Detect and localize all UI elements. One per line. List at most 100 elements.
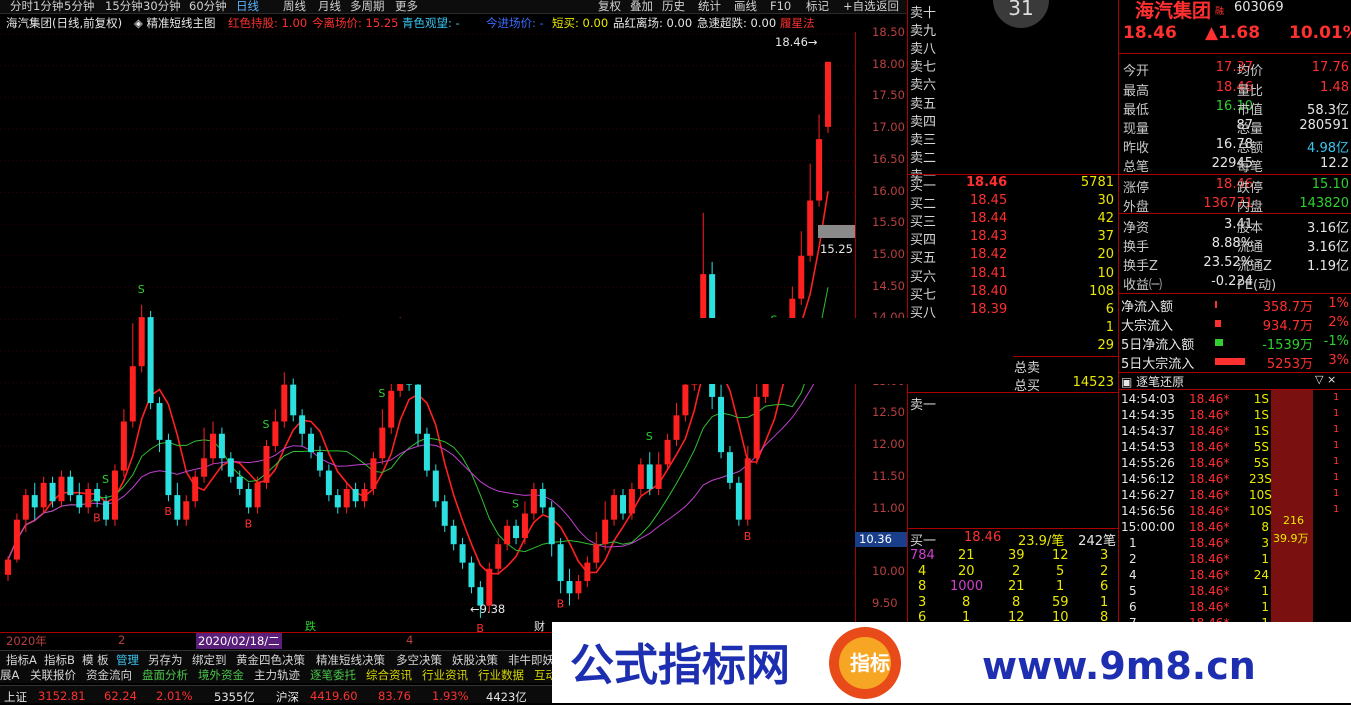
candle-body xyxy=(281,384,288,422)
info-tab-6[interactable]: 逐笔委托 xyxy=(310,667,356,683)
quote-label: 流通Z xyxy=(1237,259,1272,274)
info-tab-9[interactable]: 行业数据 xyxy=(478,667,524,683)
tick-row: 14:55:26 18.46* 5S 1 xyxy=(1119,456,1351,472)
bid-row[interactable]: 买四 18.43 37 xyxy=(908,229,1118,248)
ask-row[interactable]: 卖三 xyxy=(908,129,1118,148)
toolbar-btn-2[interactable]: 历史 xyxy=(662,0,685,12)
candle-body xyxy=(192,476,199,502)
ask-row[interactable]: 卖八 xyxy=(908,38,1118,58)
bid-row[interactable]: 买六 18.41 10 xyxy=(908,266,1118,285)
period-tab-0[interactable]: 分时 xyxy=(10,0,33,12)
period-tab-4[interactable]: 30分钟 xyxy=(143,0,181,12)
queue-cell: 1000 xyxy=(950,579,984,594)
quote-label: 每笔 xyxy=(1237,160,1264,175)
candle-body xyxy=(334,495,341,508)
tick-row: 15:00:00 18.46* 8 xyxy=(1119,520,1351,536)
tick-price: 18.46* xyxy=(1189,584,1230,598)
toolbar-btn-8[interactable]: 返回 xyxy=(876,0,899,12)
bid-row[interactable]: 买二 18.45 30 xyxy=(908,193,1118,212)
ask-row[interactable]: 卖五 xyxy=(908,93,1118,112)
ask-row[interactable]: 卖六 xyxy=(908,74,1118,93)
ask-row[interactable]: 卖四 xyxy=(908,111,1118,130)
quote-label: 净资 xyxy=(1123,221,1150,236)
info-tab-8[interactable]: 行业资讯 xyxy=(422,667,468,683)
toolbar-btn-5[interactable]: F10 xyxy=(770,0,791,12)
period-tab-2[interactable]: 5分钟 xyxy=(64,0,94,12)
ask-label: 卖八 xyxy=(910,42,937,58)
quote-label: 跌停 xyxy=(1237,181,1264,196)
info-tab-7[interactable]: 综合资讯 xyxy=(366,667,412,683)
queue-cell: 1 xyxy=(1056,579,1065,594)
bid-row[interactable]: 买七 18.40 108 xyxy=(908,284,1118,303)
x-tick: 2020/02/18/二 xyxy=(196,633,282,649)
info-tab-2[interactable]: 资金流向 xyxy=(86,667,132,683)
candle-body xyxy=(40,482,47,508)
candle-body xyxy=(254,482,261,508)
info-tab-4[interactable]: 境外资金 xyxy=(198,667,244,683)
queue-cell: 3 xyxy=(918,594,927,610)
tick-volume: 1S xyxy=(1253,408,1269,422)
toolbar-btn-1[interactable]: 叠加 xyxy=(630,0,653,12)
price-axis-current: 10.36 xyxy=(855,532,907,547)
ask-row[interactable]: 卖七 xyxy=(908,56,1118,75)
candle-body xyxy=(325,470,332,496)
index-statusbar: 上证 3152.81 62.24 2.01% 5355亿 沪深 4419.60 83.76 1.… xyxy=(0,685,552,704)
toolbar-btn-6[interactable]: 标记 xyxy=(806,0,829,12)
period-tab-7[interactable]: 周线 xyxy=(283,0,306,12)
signal-sell: S xyxy=(102,473,109,486)
period-tab-3[interactable]: 15分钟 xyxy=(105,0,143,12)
period-tab-8[interactable]: 月线 xyxy=(318,0,341,12)
flow-bar xyxy=(1215,339,1223,346)
candle-body xyxy=(370,458,377,489)
info-tab-3[interactable]: 盘面分析 xyxy=(142,667,188,683)
tick-volume: 3 xyxy=(1261,536,1269,550)
info-tab-5[interactable]: 主力轨迹 xyxy=(254,667,300,683)
low-label: ←9.38 xyxy=(470,602,505,616)
period-tab-9[interactable]: 多周期 xyxy=(350,0,385,12)
quote-label: 换手Z xyxy=(1123,259,1158,274)
ask-label: 卖十 xyxy=(910,6,937,21)
watermark-title: 公式指标网 xyxy=(570,640,790,691)
indicator-4: 青色观望: - xyxy=(402,16,460,30)
candle-body xyxy=(111,470,118,520)
toolbar-btn-4[interactable]: 画线 xyxy=(734,0,757,12)
period-tab-1[interactable]: 1分钟 xyxy=(33,0,63,12)
tick-price: 18.46* xyxy=(1189,536,1230,550)
period-tab-10[interactable]: 更多 xyxy=(395,0,418,12)
quote-label: 总笔 xyxy=(1123,160,1150,175)
price-pct: 10.01% xyxy=(1289,23,1351,43)
bid-row[interactable]: 买三 18.44 42 xyxy=(908,211,1118,230)
ask-row[interactable]: 卖二 xyxy=(908,147,1118,166)
bid-row[interactable]: 买八 18.39 6 xyxy=(908,302,1118,321)
gauge-value: 31 xyxy=(1008,0,1034,20)
bid-row[interactable]: 买一 18.46 5781 xyxy=(908,175,1118,194)
info-tab-1[interactable]: 关联报价 xyxy=(30,667,76,683)
ask-label: 卖三 xyxy=(910,132,937,148)
candle-body xyxy=(67,476,74,496)
toolbar-btn-3[interactable]: 统计 xyxy=(698,0,721,12)
candle-body xyxy=(504,525,511,545)
bid-volume: 30 xyxy=(1097,193,1114,209)
flow-label: 净流入额 xyxy=(1121,300,1174,315)
queue-cell: 12 xyxy=(1052,548,1069,563)
queue-cell: 21 xyxy=(1008,579,1025,594)
candle-body xyxy=(611,495,618,520)
signal-sell: S xyxy=(646,430,653,443)
info-tab-0[interactable]: 展A xyxy=(0,667,19,683)
stop-marker xyxy=(818,225,855,238)
queue-cell: 21 xyxy=(958,548,975,563)
candle-body xyxy=(94,488,101,502)
event-flag: 跌 xyxy=(305,619,316,632)
period-tab-5[interactable]: 60分钟 xyxy=(189,0,227,12)
candle-body xyxy=(352,488,359,502)
queue-cell: 3 xyxy=(1100,548,1109,563)
tick-row: 6 18.46* 1 xyxy=(1119,600,1351,616)
bid-row[interactable]: 买五 18.42 20 xyxy=(908,247,1118,266)
signal-buy: B xyxy=(744,530,752,543)
tick-price: 18.46* xyxy=(1189,472,1230,486)
period-tab-6[interactable]: 日线 xyxy=(236,0,259,12)
y-tick: 18.00 xyxy=(872,56,905,71)
stock-name: 海汽集团 xyxy=(1135,0,1212,22)
toolbar-btn-0[interactable]: 复权 xyxy=(598,0,621,12)
toolbar-btn-7[interactable]: +自选 xyxy=(843,0,876,12)
